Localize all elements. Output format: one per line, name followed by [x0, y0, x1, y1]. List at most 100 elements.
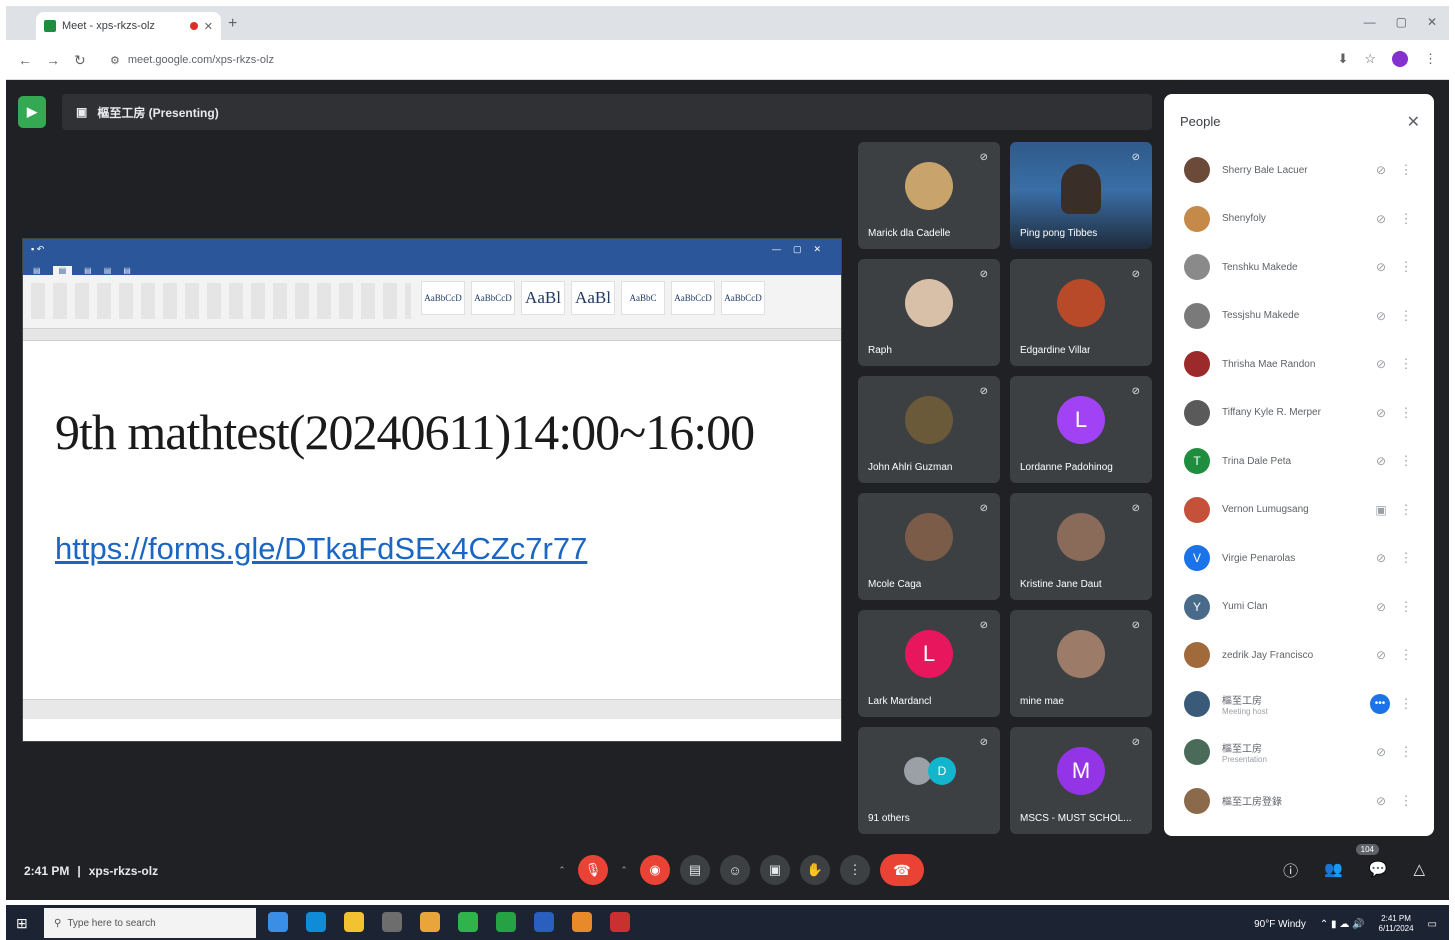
- task-view-icon[interactable]: [268, 912, 288, 932]
- new-tab-icon[interactable]: +: [228, 15, 237, 33]
- leave-call-button[interactable]: ☎: [880, 854, 924, 886]
- browser-tab[interactable]: Meet - xps-rkzs-olz ✕: [36, 12, 221, 40]
- minimize-icon[interactable]: —: [1364, 15, 1376, 29]
- chrome-icon[interactable]: [420, 912, 440, 932]
- people-list-item[interactable]: Shenyfoly ⊘ ⋮: [1184, 201, 1416, 237]
- mic-muted-icon[interactable]: ⊘: [1366, 600, 1396, 614]
- participant-tile[interactable]: ⊘ mine mae: [1010, 610, 1152, 717]
- mic-muted-icon[interactable]: ⊘: [1366, 260, 1396, 274]
- more-options-icon[interactable]: ⋮: [1396, 211, 1416, 227]
- close-icon[interactable]: ✕: [1407, 112, 1420, 132]
- taskbar-search[interactable]: ⚲ Type here to search: [44, 908, 256, 938]
- people-list-item[interactable]: zedrik Jay Francisco ⊘ ⋮: [1184, 637, 1416, 673]
- people-list-item[interactable]: V Virgie Penarolas ⊘ ⋮: [1184, 540, 1416, 576]
- file-explorer-icon[interactable]: [344, 912, 364, 932]
- reload-icon[interactable]: ↻: [74, 52, 86, 69]
- more-options-icon[interactable]: ⋮: [1396, 647, 1416, 663]
- address-bar[interactable]: ⚙ meet.google.com/xps-rkzs-olz: [102, 48, 1302, 72]
- participant-tile[interactable]: ⊘ Edgardine Villar: [1010, 259, 1152, 366]
- app-icon[interactable]: [610, 912, 630, 932]
- meet-app-icon[interactable]: [496, 912, 516, 932]
- more-options-icon[interactable]: ⋮: [1396, 356, 1416, 372]
- word-icon[interactable]: [534, 912, 554, 932]
- participant-tile[interactable]: ⊘ Raph: [858, 259, 1000, 366]
- people-list-item[interactable]: Y Yumi Clan ⊘ ⋮: [1184, 589, 1416, 625]
- more-options-icon[interactable]: ⋮: [1396, 259, 1416, 275]
- mic-muted-icon[interactable]: ⊘: [1366, 551, 1396, 565]
- activities-icon[interactable]: △: [1413, 860, 1425, 881]
- notifications-icon[interactable]: ▭: [1428, 919, 1437, 930]
- present-screen-button[interactable]: ▣: [760, 855, 790, 885]
- more-options-icon[interactable]: ⋮: [1396, 793, 1416, 809]
- emoji-reaction-button[interactable]: ☺: [720, 855, 750, 885]
- more-options-icon[interactable]: ⋮: [1396, 696, 1416, 712]
- clock[interactable]: 2:41 PM 6/11/2024: [1379, 914, 1414, 934]
- maximize-icon[interactable]: ▢: [1396, 15, 1407, 29]
- participant-tile[interactable]: M ⊘ MSCS - MUST SCHOL...: [1010, 727, 1152, 834]
- weather-text[interactable]: 90°F Windy: [1254, 919, 1306, 930]
- mic-muted-icon[interactable]: ▣: [1366, 503, 1396, 517]
- profile-avatar[interactable]: [1392, 51, 1408, 67]
- chat-icon[interactable]: 💬: [1369, 860, 1388, 881]
- people-list-item[interactable]: 樞至工房登錄 ⊘ ⋮: [1184, 783, 1416, 819]
- people-list-item[interactable]: 樞至工房 Meeting host ••• ⋮: [1184, 686, 1416, 722]
- people-list-item[interactable]: Sherry Bale Lacuer ⊘ ⋮: [1184, 152, 1416, 188]
- people-list-item[interactable]: T Trina Dale Peta ⊘ ⋮: [1184, 443, 1416, 479]
- captions-button[interactable]: ▤: [680, 855, 710, 885]
- participant-tile[interactable]: L ⊘ Lark Mardancl: [858, 610, 1000, 717]
- browser-icon[interactable]: [572, 912, 592, 932]
- participant-tile[interactable]: L ⊘ Lordanne Padohinog: [1010, 376, 1152, 483]
- participant-tile[interactable]: ⊘ Mcole Caga: [858, 493, 1000, 600]
- mic-muted-icon[interactable]: ⊘: [1366, 648, 1396, 662]
- store-icon[interactable]: [382, 912, 402, 932]
- forward-icon[interactable]: →: [46, 52, 60, 68]
- windows-start-icon[interactable]: ⊞: [16, 915, 28, 932]
- people-list-item[interactable]: Tiffany Kyle R. Merper ⊘ ⋮: [1184, 395, 1416, 431]
- people-list-item[interactable]: 樞至工房 Presentation ⊘ ⋮: [1184, 734, 1416, 770]
- camera-options-chevron-icon[interactable]: ⌃: [618, 855, 630, 885]
- people-list-item[interactable]: Tessjshu Makede ⊘ ⋮: [1184, 298, 1416, 334]
- browser-menu-icon[interactable]: ⋮: [1424, 51, 1437, 67]
- mic-muted-icon[interactable]: ⊘: [1366, 406, 1396, 420]
- back-icon[interactable]: ←: [18, 52, 32, 68]
- more-options-button[interactable]: ⋮: [840, 855, 870, 885]
- more-options-icon[interactable]: ⋮: [1396, 599, 1416, 615]
- participant-tile[interactable]: ⊘ John Ahlri Guzman: [858, 376, 1000, 483]
- people-icon[interactable]: 👥: [1324, 860, 1343, 881]
- camera-off-button[interactable]: ◉: [640, 855, 670, 885]
- participant-tile[interactable]: ⊘ Kristine Jane Daut: [1010, 493, 1152, 600]
- participant-tile[interactable]: ⊘ Ping pong Tibbes: [1010, 142, 1152, 249]
- people-list-item[interactable]: Thrisha Mae Randon ⊘ ⋮: [1184, 346, 1416, 382]
- people-list-item[interactable]: Tenshku Makede ⊘ ⋮: [1184, 249, 1416, 285]
- more-options-icon[interactable]: ⋮: [1396, 405, 1416, 421]
- participant-tile[interactable]: ⊘ Marick dla Cadelle: [858, 142, 1000, 249]
- more-options-icon[interactable]: ⋮: [1396, 453, 1416, 469]
- mic-muted-icon[interactable]: ⊘: [1366, 357, 1396, 371]
- more-options-icon[interactable]: ⋮: [1396, 308, 1416, 324]
- tray-icons[interactable]: ⌃ ▮ ☁ 🔊: [1320, 919, 1365, 930]
- mic-muted-icon[interactable]: ⊘: [1366, 794, 1396, 808]
- download-icon[interactable]: ⬇: [1337, 51, 1348, 67]
- participant-tile[interactable]: D ⊘ 91 others: [858, 727, 1000, 834]
- app-icon[interactable]: [458, 912, 478, 932]
- mic-off-button[interactable]: 🎙: [578, 855, 608, 885]
- raise-hand-button[interactable]: ✋: [800, 855, 830, 885]
- mic-muted-icon[interactable]: ⊘: [1366, 309, 1396, 323]
- more-options-icon[interactable]: ⋮: [1396, 550, 1416, 566]
- more-options-icon[interactable]: ⋮: [1396, 502, 1416, 518]
- close-window-icon[interactable]: ✕: [1427, 15, 1437, 29]
- people-list-item[interactable]: Vernon Lumugsang ▣ ⋮: [1184, 492, 1416, 528]
- more-options-icon[interactable]: ⋮: [1396, 162, 1416, 178]
- meeting-details-icon[interactable]: ⓘ: [1283, 860, 1298, 881]
- edge-icon[interactable]: [306, 912, 326, 932]
- site-info-icon[interactable]: ⚙: [110, 54, 120, 67]
- mic-muted-icon[interactable]: ⊘: [1366, 212, 1396, 226]
- bookmark-star-icon[interactable]: ☆: [1364, 51, 1376, 67]
- mic-options-chevron-icon[interactable]: ⌃: [556, 855, 568, 885]
- speaking-indicator-icon[interactable]: •••: [1370, 693, 1390, 714]
- mic-muted-icon[interactable]: ⊘: [1366, 163, 1396, 177]
- mic-muted-icon[interactable]: ⊘: [1366, 745, 1396, 759]
- more-options-icon[interactable]: ⋮: [1396, 744, 1416, 760]
- mic-muted-icon[interactable]: ⊘: [1366, 454, 1396, 468]
- close-tab-icon[interactable]: ✕: [204, 20, 213, 33]
